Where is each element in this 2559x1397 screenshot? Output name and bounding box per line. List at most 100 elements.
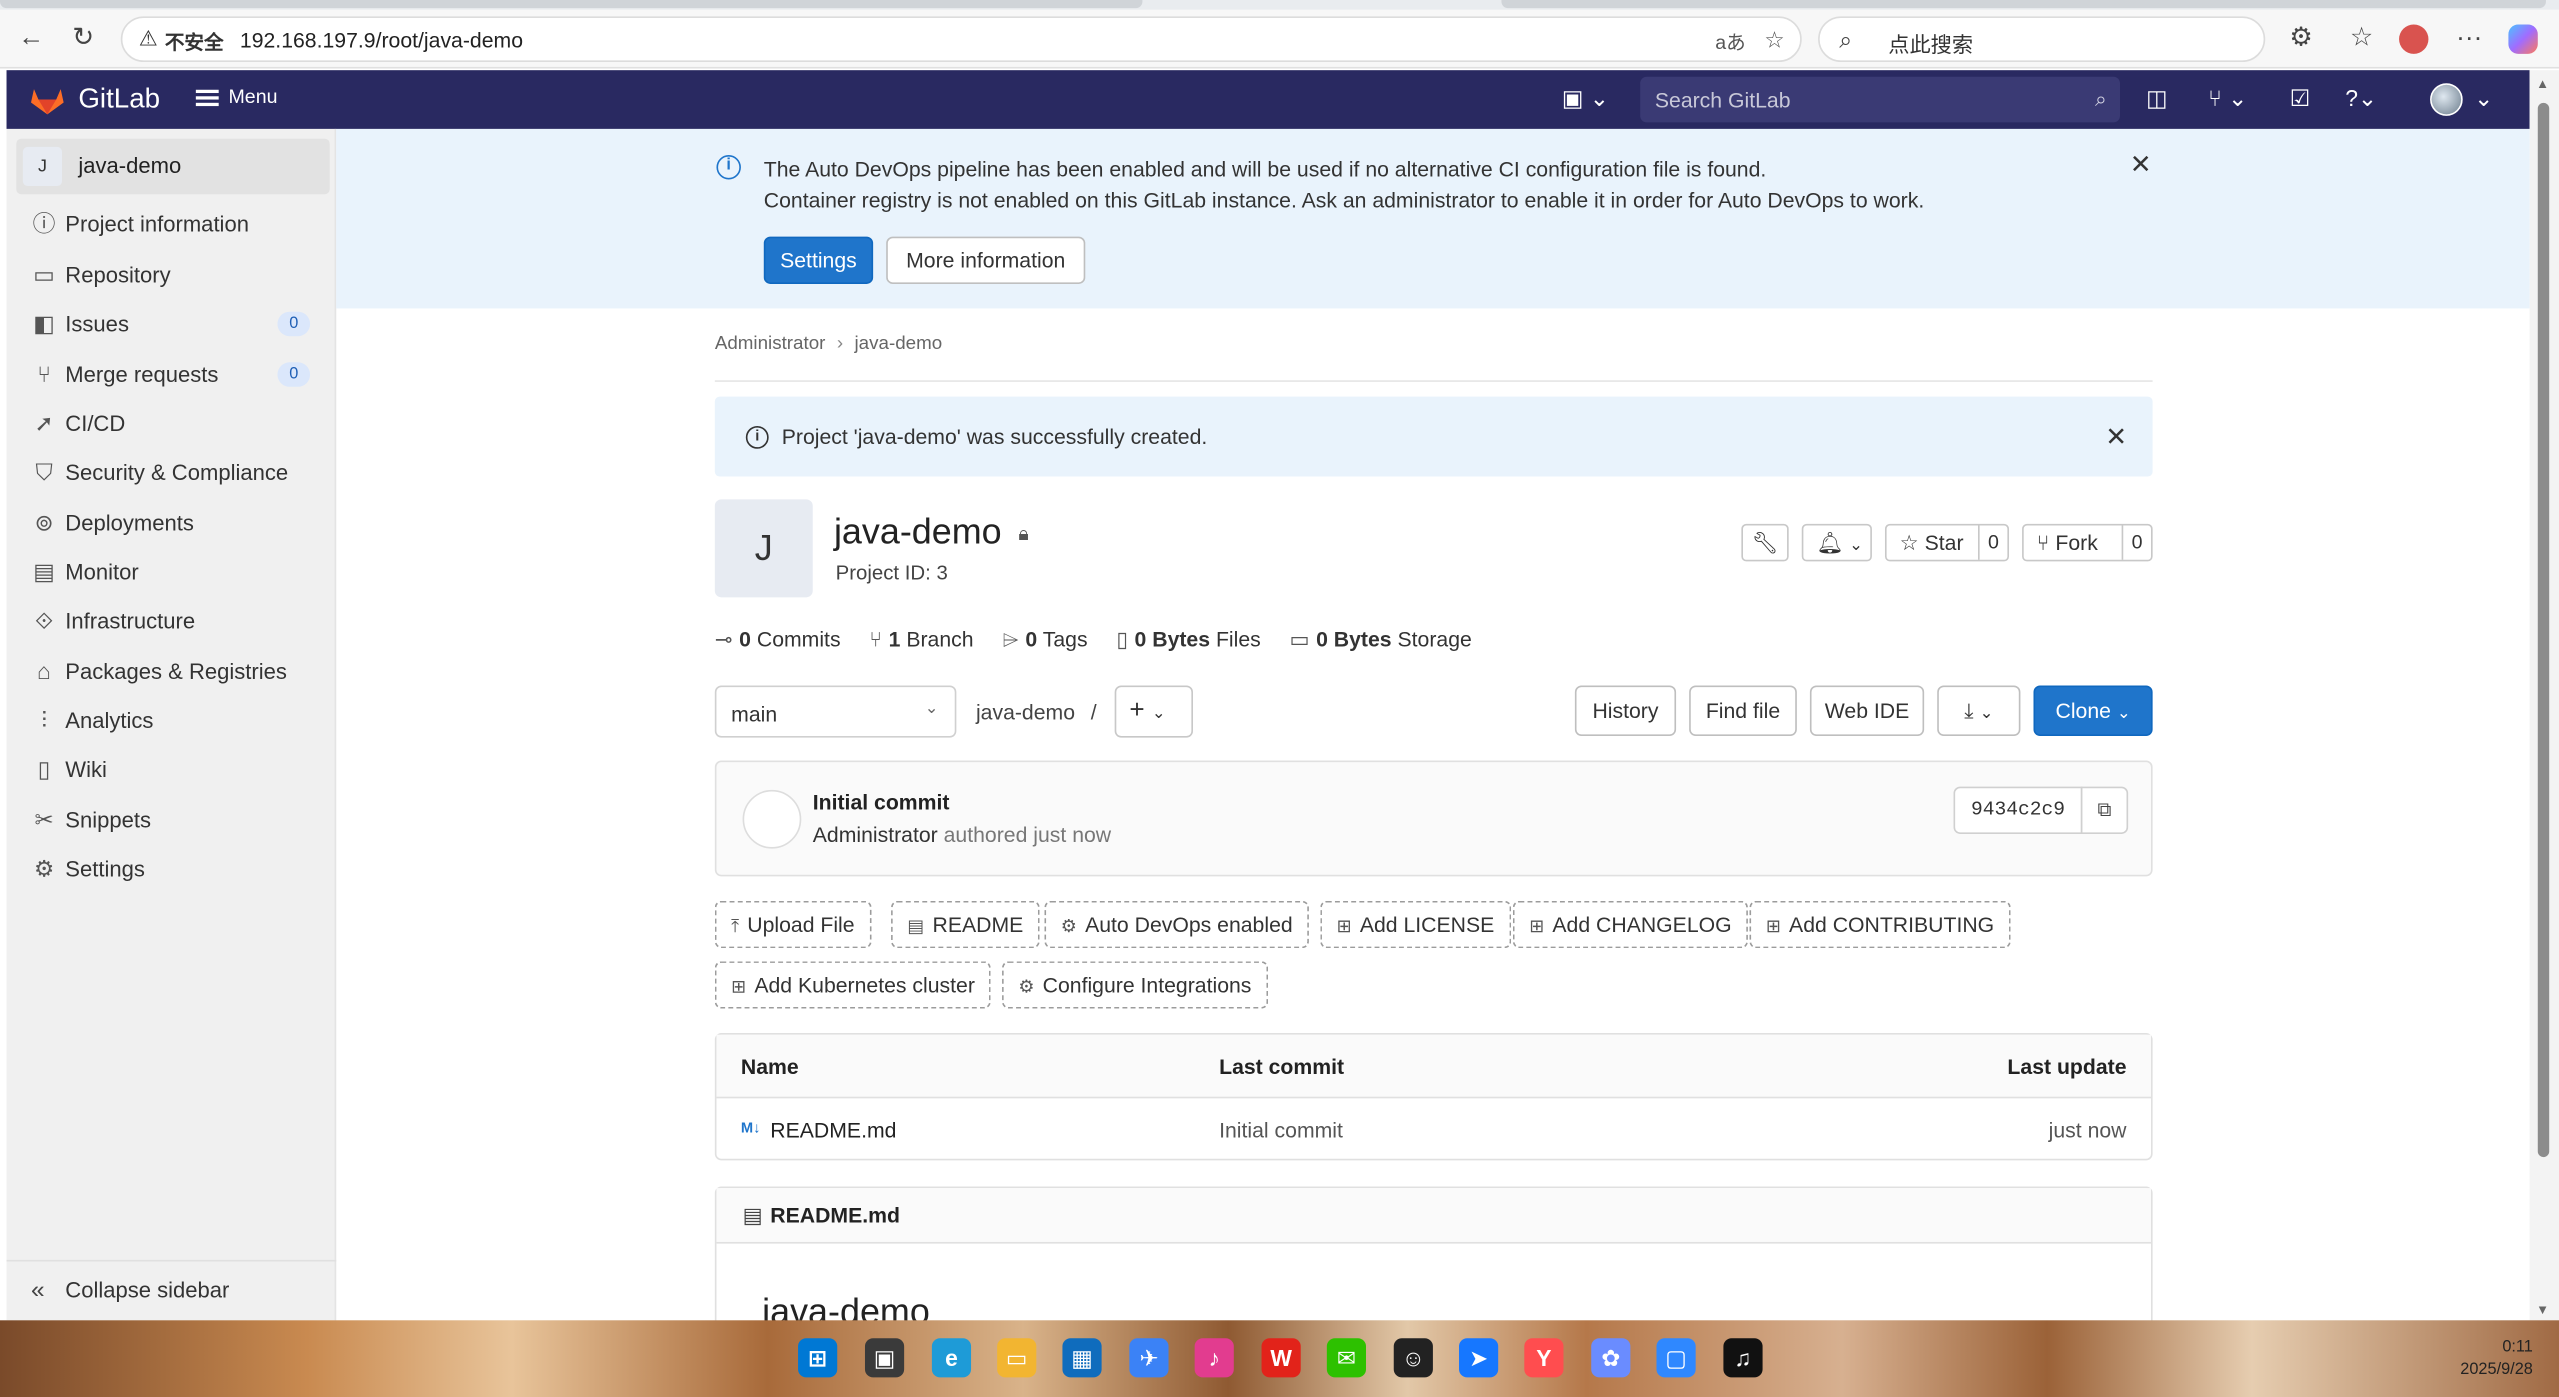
branches-stat[interactable]: ⑂ 1 Branch [869,627,973,651]
copilot-icon[interactable] [2508,24,2538,54]
gitlab-logo-icon[interactable] [29,83,65,116]
sidebar-item-security-compliance[interactable]: ⛉ Security & Compliance [7,449,337,498]
add-to-tree-dropdown[interactable]: + ⌄ [1114,685,1194,738]
sidebar-project-context[interactable]: J java-demo [16,138,330,195]
page-scrollbar[interactable]: ▲ ▼ [2529,70,2559,1321]
file-name[interactable]: README.md [770,1118,896,1142]
history-button[interactable]: History [1574,685,1677,737]
download-dropdown[interactable]: ⤓ ⌄ [1937,685,2021,737]
favorite-star-icon[interactable]: ☆ [1764,26,1785,54]
profile-avatar[interactable] [2399,24,2429,54]
commit-sha[interactable]: 9434c2c9 [1953,786,2083,834]
close-icon[interactable]: ✕ [2130,149,2152,182]
commit-author[interactable]: Administrator [813,823,938,847]
sidebar-item-infrastructure[interactable]: ⟐ Infrastructure [7,597,337,646]
collapse-sidebar-button[interactable]: « Collapse sidebar [6,1259,337,1319]
clone-button[interactable]: Clone ⌄ [2033,685,2153,737]
issues-shortcut-icon[interactable]: ◫ [2146,85,2168,113]
fork-count[interactable]: 0 [2121,525,2151,560]
close-icon[interactable]: ✕ [2105,421,2127,454]
storage-stat[interactable]: ▭ 0 Bytes Storage [1290,627,1472,653]
app-icon[interactable]: ➤ [1459,1338,1499,1378]
add-kubernetes-cluster-button[interactable]: ⊞ Add Kubernetes cluster [714,961,992,1009]
file-last-commit[interactable]: Initial commit [1219,1118,1343,1142]
sidebar-item-repository[interactable]: ▭ Repository [7,251,337,300]
search-input[interactable] [1640,76,2081,123]
sidebar-item-snippets[interactable]: ✂ Snippets [7,796,337,845]
translate-icon[interactable]: aあ [1715,28,1745,56]
files-stat[interactable]: ▯ 0 Bytes Files [1116,627,1260,653]
upload-file-button[interactable]: ⤒ Upload File [714,900,871,949]
gitlab-search[interactable]: ⌕ [1640,76,2120,123]
tags-stat[interactable]: ⌲ 0 Tags [1002,627,1087,653]
scrollbar-thumb[interactable] [2537,102,2550,1158]
todo-icon[interactable]: ☑ [2290,85,2311,113]
edge-browser-icon[interactable]: e [931,1338,972,1378]
favorites-icon[interactable]: ☆ [2344,23,2380,56]
task-view-icon[interactable]: ▣ [864,1338,905,1378]
url-text[interactable]: 192.168.197.9/root/java-demo [240,28,523,52]
branch-selector[interactable]: main ⌄ [714,685,957,738]
wechat-icon[interactable]: ✉ [1326,1338,1366,1378]
sidebar-item-monitor[interactable]: ▤ Monitor [7,548,337,597]
sidebar-item-issues[interactable]: ◧ Issues 0 [7,300,337,349]
sidebar-item-wiki[interactable]: ▯ Wiki [7,746,337,795]
more-icon[interactable]: ··· [2451,23,2487,56]
settings-button[interactable]: Settings [763,236,874,284]
system-clock[interactable]: 0:11 2025/9/28 [2448,1337,2533,1383]
chevron-down-icon[interactable]: ⌄ [2474,85,2493,113]
app-icon[interactable]: ♫ [1723,1338,1763,1378]
app-icon[interactable]: ▢ [1656,1338,1696,1378]
star-button[interactable]: ☆ Star 0 [1884,523,2010,562]
menu-button[interactable]: Menu [195,85,277,109]
sidebar-item-analytics[interactable]: ⫶ Analytics [7,697,337,746]
back-icon[interactable]: ← [13,23,49,56]
sidebar-item-ci-cd[interactable]: ➚ CI/CD [7,400,337,449]
add-contributing-button[interactable]: ⊞ Add CONTRIBUTING [1749,900,2011,949]
add-changelog-button[interactable]: ⊞ Add CHANGELOG [1512,900,1748,949]
merge-requests-shortcut-icon[interactable]: ⑂ ⌄ [2208,85,2247,113]
fork-button[interactable]: ⑂ Fork 0 [2022,523,2153,562]
qq-icon[interactable]: ☺ [1393,1338,1433,1378]
gitlab-brand[interactable]: GitLab [78,83,160,116]
readme-filename[interactable]: README.md [770,1203,900,1227]
help-icon[interactable]: ?⌄ [2345,85,2377,113]
star-count[interactable]: 0 [1978,525,2007,560]
extensions-icon[interactable]: ⚙ [2283,23,2319,56]
sidebar-item-packages-registries[interactable]: ⌂ Packages & Registries [7,648,337,697]
scroll-up-icon[interactable]: ▲ [2536,77,2549,92]
more-information-button[interactable]: More information [886,236,1086,284]
wrench-icon[interactable]: 🔧︎ [1741,523,1789,562]
app-icon[interactable]: Y [1524,1338,1564,1378]
auto-devops-enabled-button[interactable]: ⚙ Auto DevOps enabled [1044,900,1310,949]
windows-start-icon[interactable]: ⊞ [798,1338,838,1378]
copy-icon[interactable]: ⧉ [2080,786,2129,834]
app-icon[interactable]: ✿ [1591,1338,1631,1378]
browser-search-box[interactable]: ⌕ 点此搜索 [1818,16,2266,63]
find-file-button[interactable]: Find file [1689,685,1797,737]
browser-tab[interactable] [0,0,1143,9]
commit-title[interactable]: Initial commit [813,790,950,814]
author-avatar[interactable] [742,789,802,849]
user-avatar[interactable] [2430,83,2463,116]
sidebar-item-project-information[interactable]: ⓘ Project information [7,201,337,250]
browser-tab[interactable] [1501,0,2546,9]
reload-icon[interactable]: ↻ [65,23,101,56]
app-icon[interactable]: ♪ [1194,1338,1234,1378]
scroll-down-icon[interactable]: ▼ [2536,1302,2549,1317]
app-icon[interactable]: W [1261,1338,1301,1378]
notification-bell-button[interactable]: 🔔︎ ⌄ [1801,523,1872,562]
app-icon[interactable]: ✈ [1129,1338,1169,1378]
commits-stat[interactable]: ⊸ 0 Commits [715,627,841,653]
readme-button[interactable]: ▤ README [891,900,1040,949]
configure-integrations-button[interactable]: ⚙ Configure Integrations [1002,961,1268,1009]
add-license-button[interactable]: ⊞ Add LICENSE [1320,900,1511,949]
sidebar-item-merge-requests[interactable]: ⑂ Merge requests 0 [7,351,337,400]
breadcrumb-current[interactable]: java-demo [855,335,943,355]
web-ide-button[interactable]: Web IDE [1809,685,1925,737]
file-explorer-icon[interactable]: ▭ [997,1338,1037,1378]
sidebar-item-deployments[interactable]: ⊚ Deployments [7,499,337,548]
breadcrumb-parent[interactable]: Administrator [715,335,826,355]
store-icon[interactable]: ▦ [1062,1338,1102,1378]
address-bar[interactable]: ⚠ 不安全 192.168.197.9/root/java-demo aあ ☆ [120,16,1802,63]
